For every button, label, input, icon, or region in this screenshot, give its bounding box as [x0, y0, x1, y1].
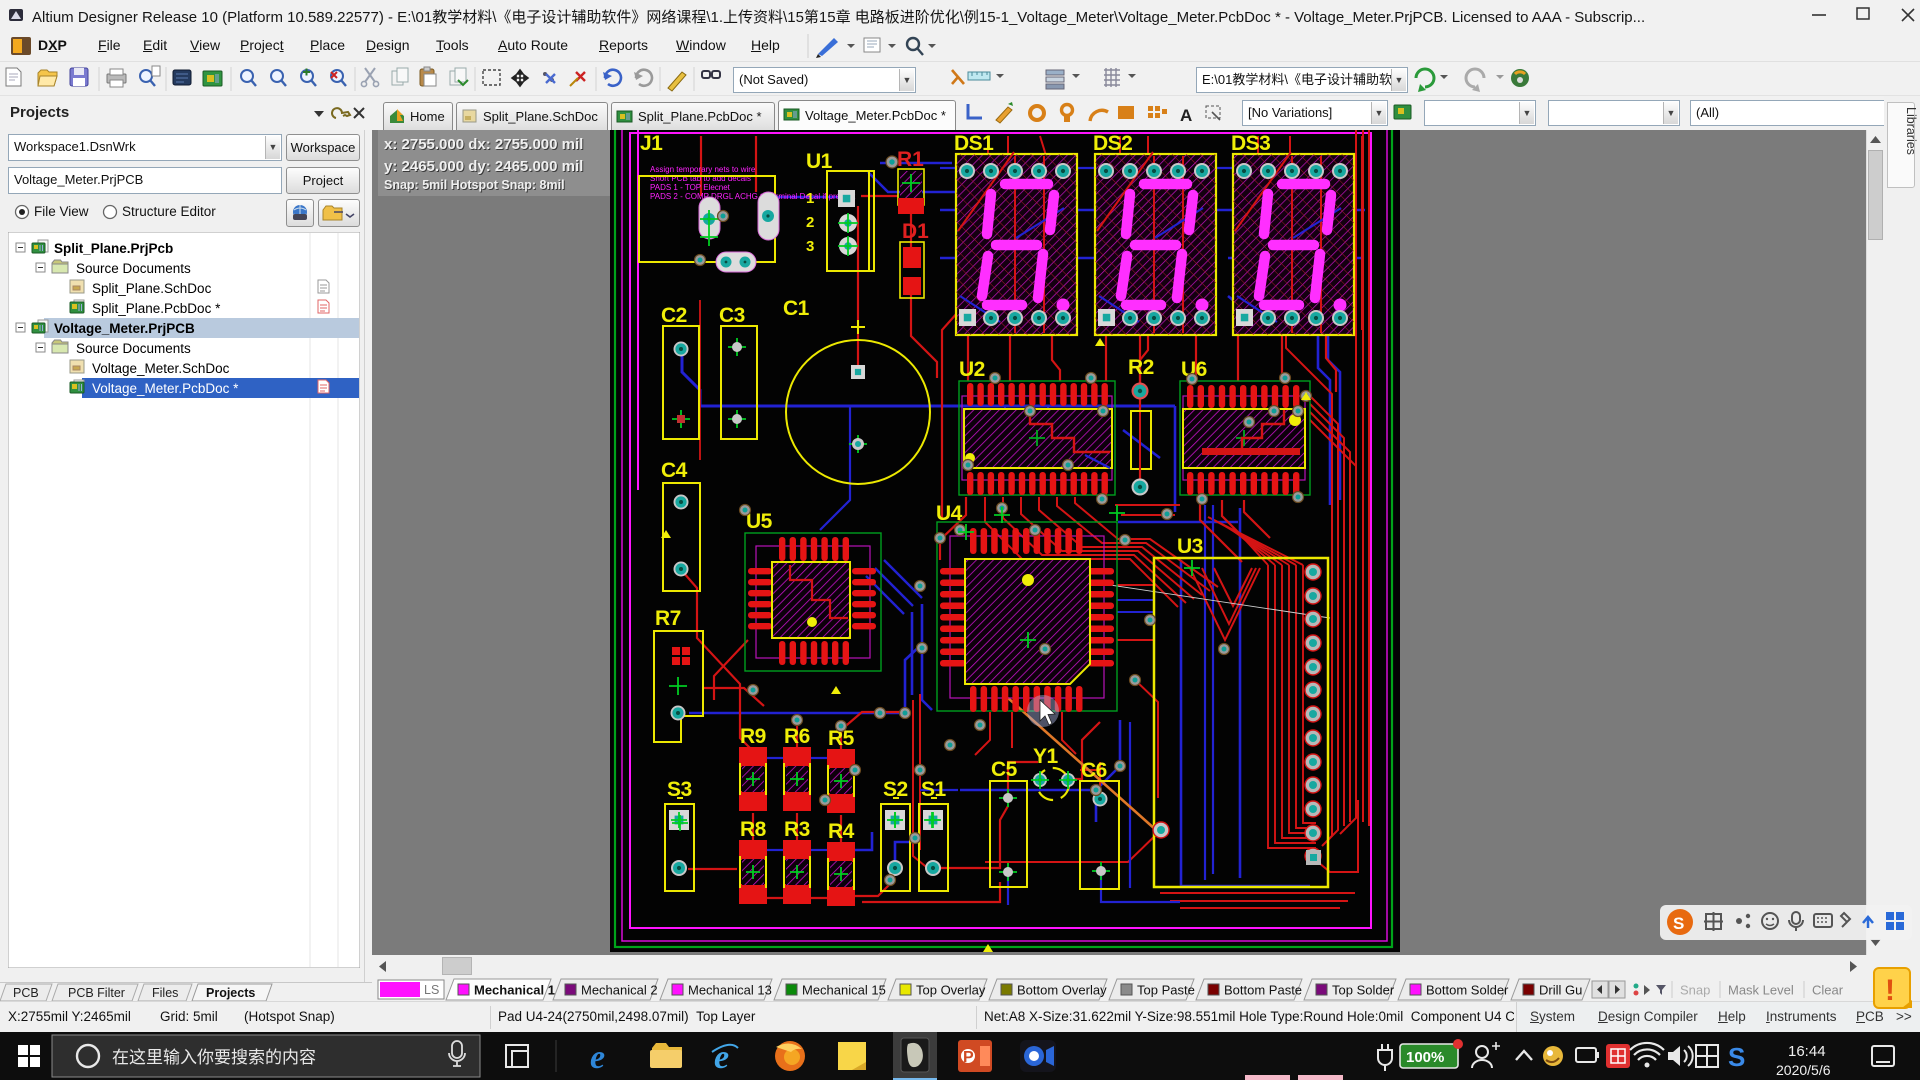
- svg-text:Mechanical 13: Mechanical 13: [688, 983, 772, 998]
- svg-text:Drill Gu: Drill Gu: [1539, 983, 1582, 998]
- svg-text:Source Documents: Source Documents: [76, 341, 191, 356]
- svg-text:Y1: Y1: [1033, 745, 1059, 768]
- svg-text:16:44: 16:44: [1788, 1043, 1826, 1060]
- svg-text:R8: R8: [740, 818, 767, 841]
- svg-text:Split_Plane.SchDoc: Split_Plane.SchDoc: [92, 281, 212, 296]
- svg-text:Voltage_Meter.SchDoc: Voltage_Meter.SchDoc: [92, 361, 230, 376]
- svg-text:PADS 2 - COMP DRGL ACHG to ter: PADS 2 - COMP DRGL ACHG to terminal Deca…: [650, 192, 856, 201]
- svg-text:Bottom Overlay: Bottom Overlay: [1017, 983, 1107, 998]
- svg-text:Top Paste: Top Paste: [1137, 983, 1195, 998]
- svg-text:R3: R3: [784, 818, 810, 841]
- svg-text:2: 2: [806, 214, 814, 231]
- svg-text:Mechanical 2: Mechanical 2: [581, 983, 658, 998]
- svg-text:Bottom Paste: Bottom Paste: [1224, 983, 1302, 998]
- svg-text:2020/5/6: 2020/5/6: [1776, 1062, 1831, 1078]
- svg-text:Assign temporary nets to wire: Assign temporary nets to wire: [650, 165, 756, 174]
- svg-text:C3: C3: [719, 304, 745, 327]
- svg-text:D1: D1: [902, 220, 929, 243]
- svg-text:DS1: DS1: [954, 132, 994, 155]
- svg-text:J1: J1: [640, 132, 663, 155]
- svg-text:PCB Filter: PCB Filter: [68, 986, 125, 1000]
- svg-text:LS: LS: [424, 983, 439, 997]
- svg-text:Clear: Clear: [1812, 983, 1844, 998]
- svg-text:R1: R1: [897, 148, 924, 171]
- svg-text:Split_Plane.PcbDoc *: Split_Plane.PcbDoc *: [92, 301, 221, 316]
- svg-text:C1: C1: [783, 297, 810, 320]
- svg-text:P: P: [963, 1049, 974, 1066]
- svg-text:100%: 100%: [1406, 1049, 1444, 1066]
- svg-text:U1: U1: [806, 150, 833, 173]
- svg-text:U2: U2: [959, 358, 985, 381]
- svg-text:3: 3: [806, 238, 814, 255]
- svg-text:A: A: [1180, 106, 1192, 125]
- svg-text:Files: Files: [152, 986, 178, 1000]
- svg-text:Top Overlay: Top Overlay: [916, 983, 986, 998]
- svg-text:Voltage_Meter.PrjPCB: Voltage_Meter.PrjPCB: [54, 321, 195, 336]
- svg-text:PADS 1 - TOP Elecnet: PADS 1 - TOP Elecnet: [650, 183, 731, 192]
- svg-text:S: S: [1673, 914, 1684, 933]
- svg-text:!: !: [1885, 974, 1895, 1007]
- svg-text:PCB: PCB: [13, 986, 39, 1000]
- svg-text:DS3: DS3: [1231, 132, 1270, 155]
- svg-text:在这里输入你要搜索的内容: 在这里输入你要搜索的内容: [112, 1048, 316, 1067]
- svg-text:R7: R7: [655, 607, 681, 630]
- svg-text:C6: C6: [1081, 759, 1107, 782]
- svg-text:Snap: 5mil Hotspot Snap: 8mil: Snap: 5mil Hotspot Snap: 8mil: [384, 178, 565, 192]
- svg-text:C5: C5: [991, 758, 1018, 781]
- svg-text:Source Documents: Source Documents: [76, 261, 191, 276]
- svg-text:S: S: [1728, 1042, 1745, 1072]
- svg-text:C2: C2: [661, 304, 687, 327]
- svg-text:Bottom Solder: Bottom Solder: [1426, 983, 1509, 998]
- svg-text:1: 1: [806, 190, 814, 207]
- svg-text:R6: R6: [784, 725, 810, 748]
- svg-text:Mechanical 1: Mechanical 1: [474, 983, 555, 998]
- svg-text:R4: R4: [828, 820, 855, 843]
- svg-text:Split_Plane.PrjPcb: Split_Plane.PrjPcb: [54, 241, 173, 256]
- svg-text:R9: R9: [740, 725, 766, 748]
- svg-text:Voltage_Meter.PcbDoc *: Voltage_Meter.PcbDoc *: [92, 381, 239, 396]
- svg-text:y: 2465.000 dy: 2465.000: y: 2465.000 dy: 2465.000 mil: [384, 158, 583, 175]
- svg-text:C4: C4: [661, 459, 688, 482]
- svg-text:DS2: DS2: [1093, 132, 1132, 155]
- svg-text:Mechanical 15: Mechanical 15: [802, 983, 886, 998]
- svg-text:e: e: [590, 1039, 605, 1076]
- svg-text:U3: U3: [1177, 535, 1203, 558]
- svg-text:Mask Level: Mask Level: [1728, 983, 1794, 998]
- svg-text:R2: R2: [1128, 356, 1154, 379]
- svg-text:Snap: Snap: [1680, 983, 1710, 998]
- svg-text:Projects: Projects: [206, 986, 255, 1000]
- svg-text:Top Solder: Top Solder: [1332, 983, 1395, 998]
- svg-text:x: 2755.000 dx: 2755.000: x: 2755.000 dx: 2755.000 mil: [384, 136, 583, 153]
